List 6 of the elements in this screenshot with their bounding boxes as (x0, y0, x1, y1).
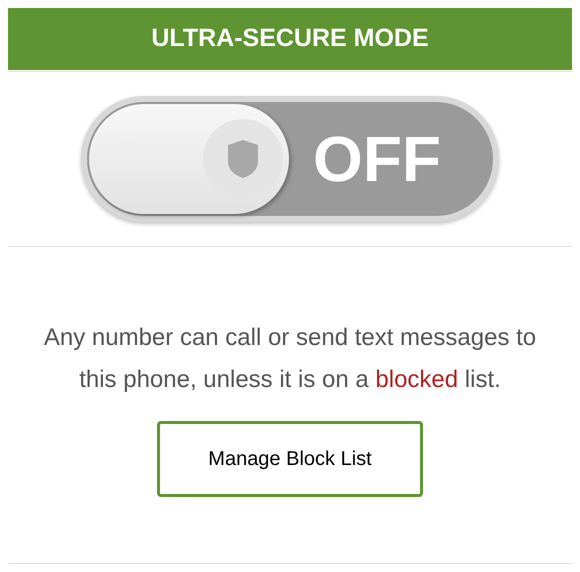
manage-block-list-button[interactable]: Manage Block List (157, 421, 423, 497)
status-message: Any number can call or send text messages to this phone, unless it is on a blocked list. (42, 323, 538, 395)
toggle-state-label: OFF (313, 127, 441, 191)
blocked-link[interactable]: blocked (375, 366, 458, 393)
header-title: ULTRA-SECURE MODE (151, 23, 429, 54)
shield-icon (226, 139, 260, 179)
